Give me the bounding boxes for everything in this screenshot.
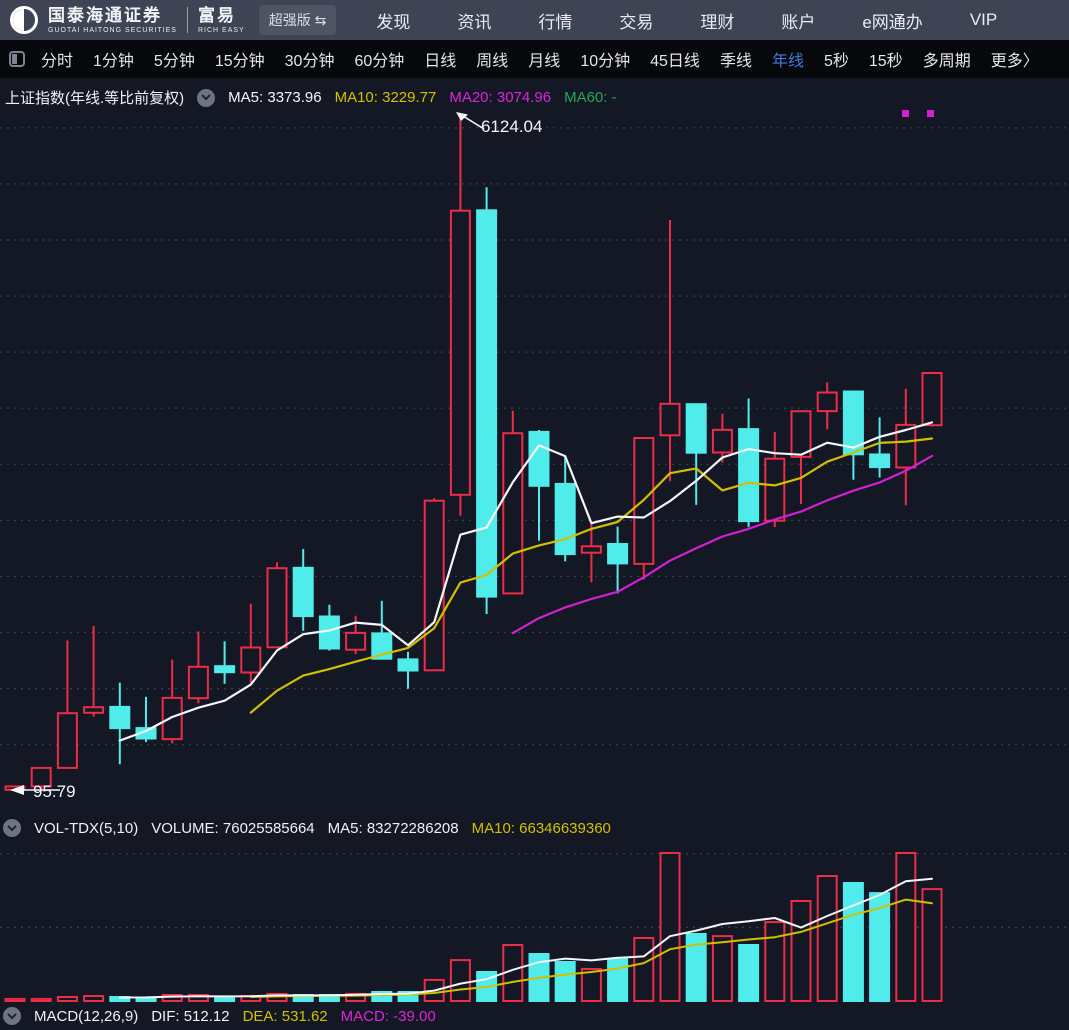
period-item-3[interactable]: 5分钟 bbox=[144, 47, 205, 71]
period-item-4[interactable]: 15分钟 bbox=[205, 47, 275, 71]
menu-item-4[interactable]: 交易 bbox=[619, 8, 653, 33]
period-item-5[interactable]: 30分钟 bbox=[275, 47, 345, 71]
divider bbox=[187, 7, 188, 33]
menu-item-3[interactable]: 行情 bbox=[538, 8, 572, 33]
volume-value-labels: VOLUME: 76025585664 MA5: 83272286208 MA10:… bbox=[151, 820, 611, 837]
period-items: 分时1分钟5分钟15分钟30分钟60分钟日线周线月线10分钟45日线季线年线5秒… bbox=[31, 47, 1049, 71]
candlestick-chart-svg[interactable]: 6124.04 95.79 bbox=[0, 0, 1069, 1030]
period-item-11[interactable]: 45日线 bbox=[640, 47, 710, 71]
period-item-17[interactable]: 更多〉 bbox=[981, 47, 1049, 71]
macd-value-labels: DIF: 512.12 DEA: 531.62 MACD: -39.00 bbox=[151, 1008, 436, 1025]
price-ma-labels: MA5: 3373.96 MA10: 3229.77 MA20: 3074.96 MA… bbox=[228, 89, 616, 106]
volume-pane-header: VOL-TDX(5,10) VOLUME: 76025585664 MA5: 83… bbox=[3, 819, 611, 837]
period-item-13[interactable]: 年线 bbox=[762, 47, 814, 71]
period-item-7[interactable]: 日线 bbox=[414, 47, 466, 71]
macd-label-2: DEA: 531.62 bbox=[243, 1008, 328, 1025]
brand-name-en: GUOTAI HAITONG SECURITIES bbox=[48, 27, 177, 34]
price-ma-label-1: MA5: 3373.96 bbox=[228, 89, 321, 106]
volume-label-3: MA10: 66346639360 bbox=[472, 820, 611, 837]
top-navigation-bar: 国泰海通证券 GUOTAI HAITONG SECURITIES 富易 RICH… bbox=[0, 0, 1069, 40]
main-menu: 发现 资讯 行情 交易 理财 账户 e网通办 VIP bbox=[376, 8, 1069, 33]
volume-label-2: MA5: 83272286208 bbox=[328, 820, 459, 837]
chevron-down-icon[interactable] bbox=[197, 89, 215, 107]
product-name-en: RICH EASY bbox=[198, 27, 245, 34]
brand-block: 国泰海通证券 GUOTAI HAITONG SECURITIES bbox=[48, 7, 177, 34]
period-item-15[interactable]: 15秒 bbox=[859, 47, 913, 71]
chevron-down-icon[interactable] bbox=[3, 819, 21, 837]
menu-item-8[interactable]: VIP bbox=[970, 10, 997, 30]
menu-item-1[interactable]: 发现 bbox=[376, 8, 410, 33]
product-block: 富易 RICH EASY bbox=[198, 7, 245, 34]
menu-item-6[interactable]: 账户 bbox=[781, 8, 815, 33]
brand-name: 国泰海通证券 bbox=[48, 7, 177, 24]
trading-terminal: 6124.04 95.79 上证指数(年线.等比前复权) MA5: 3373.96… bbox=[0, 0, 1069, 1030]
edition-badge[interactable]: 超强版 ⇆ bbox=[259, 5, 337, 35]
period-item-10[interactable]: 10分钟 bbox=[570, 47, 640, 71]
macd-label-3: MACD: -39.00 bbox=[341, 1008, 436, 1025]
period-item-6[interactable]: 60分钟 bbox=[344, 47, 414, 71]
period-item-9[interactable]: 月线 bbox=[518, 47, 570, 71]
menu-item-2[interactable]: 资讯 bbox=[457, 8, 491, 33]
period-item-1[interactable]: 分时 bbox=[31, 47, 83, 71]
period-item-16[interactable]: 多周期 bbox=[913, 47, 981, 71]
symbol-title: 上证指数(年线.等比前复权) bbox=[5, 87, 184, 108]
volume-label-1: VOLUME: 76025585664 bbox=[151, 820, 314, 837]
chevron-down-icon[interactable] bbox=[3, 1007, 21, 1025]
period-item-14[interactable]: 5秒 bbox=[814, 47, 859, 71]
price-ma-label-3: MA20: 3074.96 bbox=[449, 89, 551, 106]
price-ma-label-2: MA10: 3229.77 bbox=[335, 89, 437, 106]
product-name: 富易 bbox=[198, 7, 245, 24]
brand-logo-icon bbox=[10, 6, 38, 34]
macd-pane-header: MACD(12,26,9) DIF: 512.12 DEA: 531.62 MACD… bbox=[3, 1007, 436, 1025]
menu-item-5[interactable]: 理财 bbox=[700, 8, 734, 33]
period-item-12[interactable]: 季线 bbox=[710, 47, 762, 71]
price-ma-label-4: MA60: - bbox=[564, 89, 617, 106]
chart-canvas[interactable]: 6124.04 95.79 bbox=[0, 0, 1069, 1030]
price-pane-header: 上证指数(年线.等比前复权) MA5: 3373.96 MA10: 3229.77… bbox=[5, 87, 617, 108]
layout-split-icon[interactable] bbox=[9, 51, 25, 67]
macd-label-1: DIF: 512.12 bbox=[151, 1008, 229, 1025]
period-item-8[interactable]: 周线 bbox=[466, 47, 518, 71]
volume-indicator-title: VOL-TDX(5,10) bbox=[34, 820, 138, 837]
period-item-2[interactable]: 1分钟 bbox=[83, 47, 144, 71]
menu-item-7[interactable]: e网通办 bbox=[862, 8, 922, 33]
annotation-high-6124: 6124.04 bbox=[481, 117, 542, 136]
macd-indicator-title: MACD(12,26,9) bbox=[34, 1008, 138, 1025]
annotation-low-9579: 95.79 bbox=[33, 782, 76, 801]
period-bar: 分时1分钟5分钟15分钟30分钟60分钟日线周线月线10分钟45日线季线年线5秒… bbox=[0, 40, 1069, 78]
